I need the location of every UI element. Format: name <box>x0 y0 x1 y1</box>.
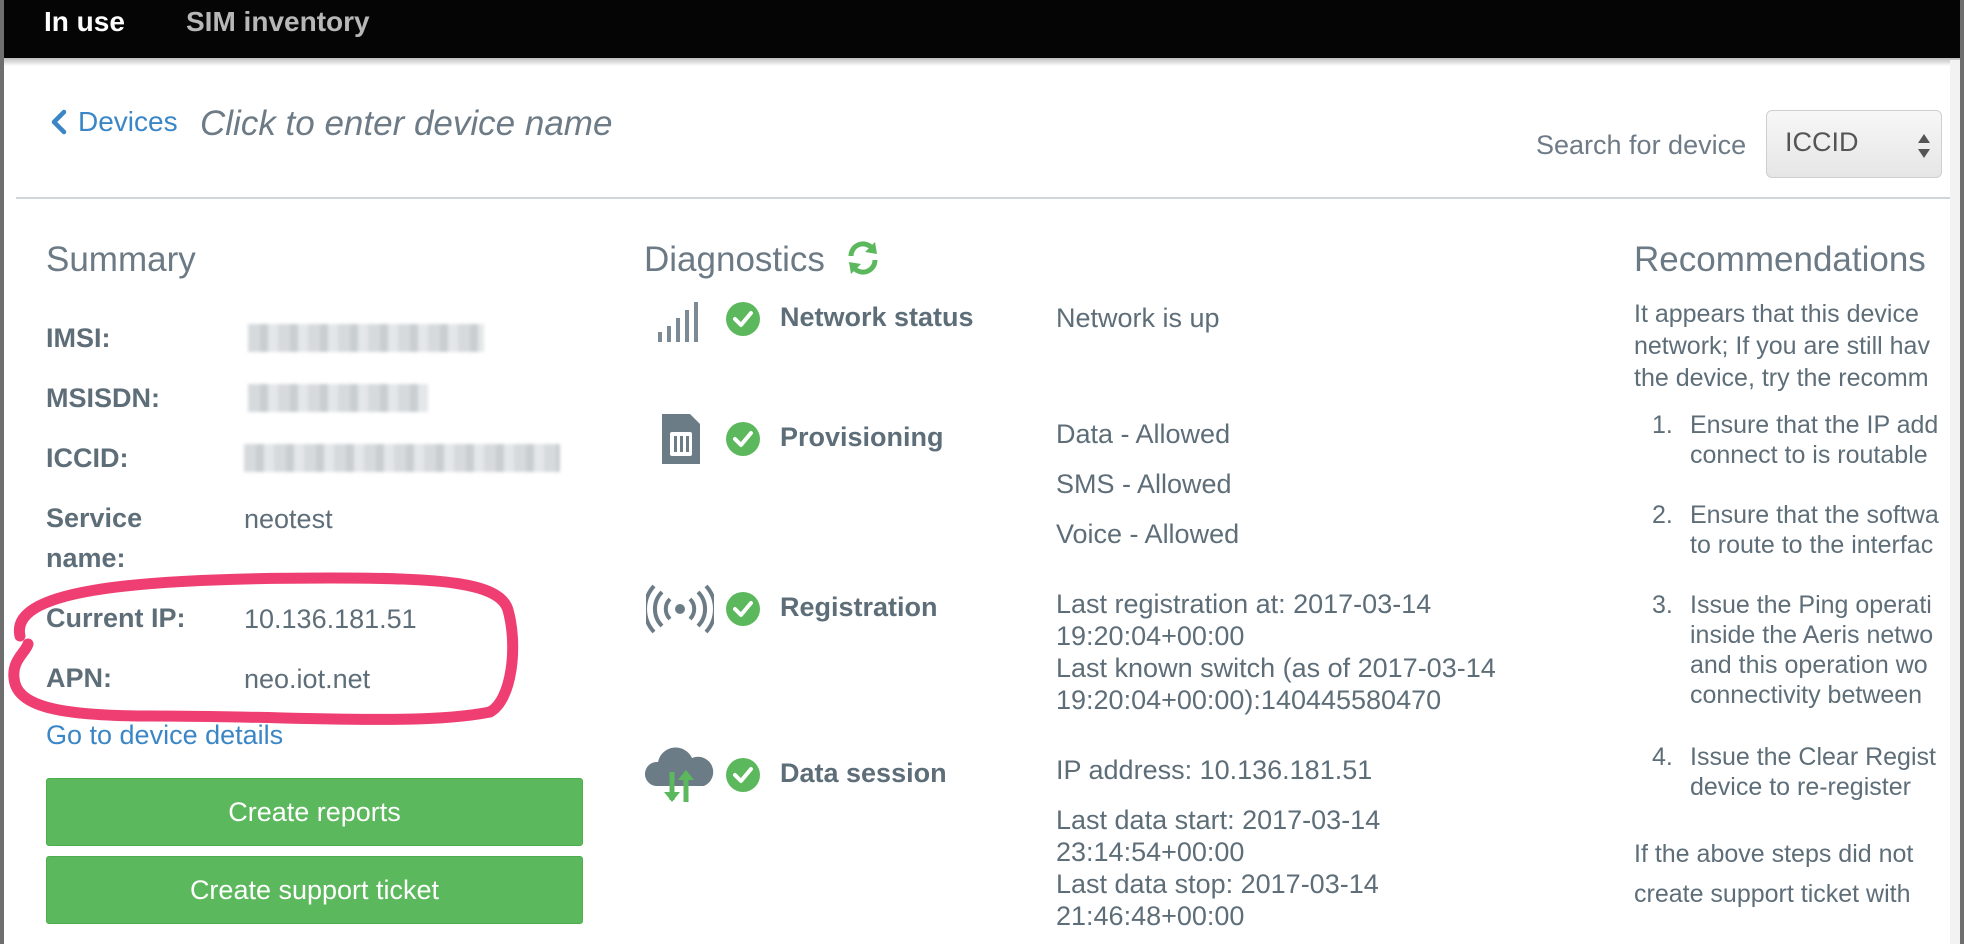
search-type-value: ICCID <box>1785 127 1859 157</box>
create-reports-button[interactable]: Create reports <box>46 778 583 846</box>
signal-bars-icon <box>658 302 698 342</box>
summary-title: Summary <box>46 240 196 279</box>
chevron-left-icon <box>51 109 67 135</box>
rec-step-1-number: 1. <box>1652 411 1673 439</box>
registration-name: Registration <box>780 592 938 622</box>
apn-label: APN: <box>46 663 112 693</box>
network-status-line: Network is up <box>1056 303 1220 333</box>
create-support-ticket-button[interactable]: Create support ticket <box>46 856 583 924</box>
service-name-label: Service name: <box>46 503 143 573</box>
app-window: In use SIM inventory Devices Click to en… <box>4 0 1960 944</box>
rec-step-2-number: 2. <box>1652 501 1673 529</box>
data-session-check-icon <box>726 758 760 792</box>
rec-step-3-number: 3. <box>1652 591 1673 619</box>
recommendations-title: Recommendations <box>1634 240 1926 279</box>
data-session-stop-time: 21:46:48+00:00 <box>1056 901 1245 931</box>
iccid-value-redacted <box>244 444 560 472</box>
provisioning-data-line: Data - Allowed <box>1056 419 1231 449</box>
provisioning-name: Provisioning <box>780 422 944 452</box>
rec-intro-line-3: the device, try the recomm <box>1634 364 1929 392</box>
apn-value: neo.iot.net <box>244 664 371 694</box>
data-session-ip-line: IP address: 10.136.181.51 <box>1056 755 1373 785</box>
rec-step-4-line-1: Issue the Clear Regist <box>1690 743 1936 771</box>
current-ip-label: Current IP: <box>46 603 186 633</box>
service-name-value: neotest <box>244 504 333 534</box>
tab-in-use[interactable]: In use <box>44 6 125 38</box>
search-label: Search for device <box>1536 130 1747 160</box>
nav-shadow <box>4 58 1960 66</box>
rec-step-2-line-1: Ensure that the softwa <box>1690 501 1939 529</box>
msisdn-value-redacted <box>248 384 428 412</box>
rec-step-3-line-3: and this operation wo <box>1690 651 1928 679</box>
provisioning-sms-line: SMS - Allowed <box>1056 469 1232 499</box>
cloud-transfer-icon <box>644 747 714 802</box>
rec-outro-line-2: create support ticket with <box>1634 880 1911 908</box>
refresh-icon[interactable] <box>846 240 880 276</box>
registration-line-1: Last registration at: 2017-03-14 <box>1056 589 1432 619</box>
registration-line-2: 19:20:04+00:00 <box>1056 621 1245 651</box>
device-details-link[interactable]: Go to device details <box>46 720 283 751</box>
rec-step-3-line-4: connectivity between <box>1690 681 1923 709</box>
msisdn-label: MSISDN: <box>46 383 160 413</box>
data-session-start-time: 23:14:54+00:00 <box>1056 837 1245 867</box>
rec-step-1-line-1: Ensure that the IP add <box>1690 411 1939 439</box>
sim-card-icon <box>662 414 700 464</box>
back-to-devices-link[interactable]: Devices <box>46 106 178 138</box>
top-nav: In use SIM inventory <box>4 0 1960 58</box>
data-session-stop-line: Last data stop: 2017-03-14 <box>1056 869 1379 899</box>
network-status-check-icon <box>726 302 760 336</box>
tab-sim-inventory[interactable]: SIM inventory <box>186 6 370 38</box>
iccid-label: ICCID: <box>46 443 129 473</box>
rec-step-1-line-2: connect to is routable <box>1690 441 1928 469</box>
rec-step-2-line-2: to route to the interfac <box>1690 531 1934 559</box>
data-session-start-line: Last data start: 2017-03-14 <box>1056 805 1381 835</box>
rec-intro-line-1: It appears that this device <box>1634 300 1919 328</box>
rec-step-4-number: 4. <box>1652 743 1673 771</box>
imsi-value-redacted <box>248 324 484 352</box>
network-status-name: Network status <box>780 302 974 332</box>
registration-line-4: 19:20:04+00:00):140445580470 <box>1056 685 1442 715</box>
rec-outro-line-1: If the above steps did not <box>1634 840 1914 868</box>
provisioning-voice-line: Voice - Allowed <box>1056 519 1240 549</box>
current-ip-value: 10.136.181.51 <box>244 604 417 634</box>
header-divider <box>16 197 1960 199</box>
back-link-label: Devices <box>78 106 178 137</box>
rec-step-4-line-2: device to re-register <box>1690 773 1911 801</box>
provisioning-check-icon <box>726 422 760 456</box>
search-type-select[interactable]: ICCID <box>1766 110 1942 178</box>
imsi-label: IMSI: <box>46 323 111 353</box>
diagnostics-title: Diagnostics <box>644 240 825 279</box>
rec-intro-line-2: network; If you are still hav <box>1634 332 1930 360</box>
device-name-field[interactable]: Click to enter device name <box>200 104 612 144</box>
rec-step-3-line-2: inside the Aeris netwo <box>1690 621 1934 649</box>
rec-step-3-line-1: Issue the Ping operati <box>1690 591 1932 619</box>
select-arrows-icon <box>1918 134 1930 158</box>
registration-line-3: Last known switch (as of 2017-03-14 <box>1056 653 1496 683</box>
vertical-scrollbar[interactable] <box>1950 60 1960 944</box>
data-session-name: Data session <box>780 758 947 788</box>
broadcast-icon <box>646 584 714 634</box>
registration-check-icon <box>726 592 760 626</box>
